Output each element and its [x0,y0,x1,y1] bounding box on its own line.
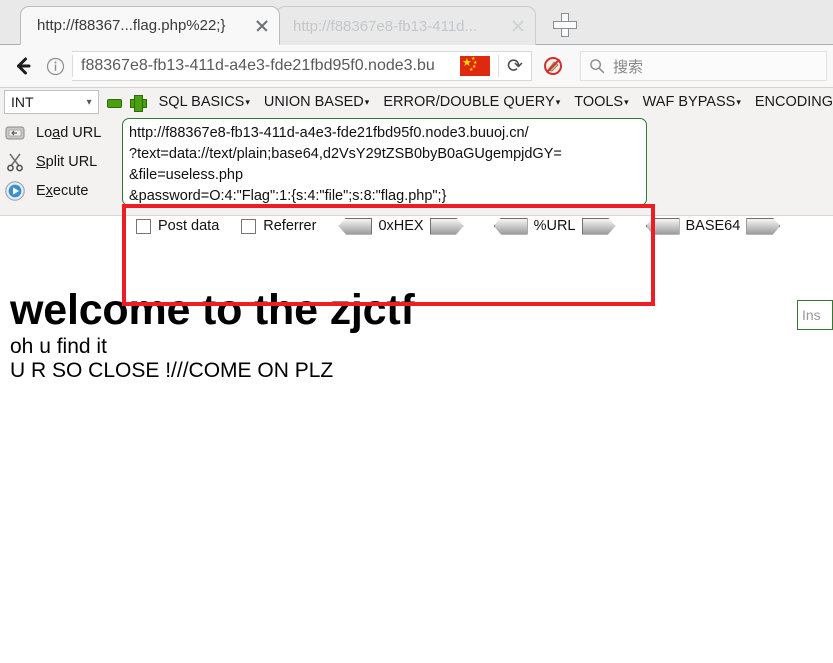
chevron-down-icon: ▾ [86,96,92,108]
referrer-checkbox[interactable]: Referrer [241,218,316,234]
browser-tab-active[interactable]: http://f88367...flag.php%22;} [20,6,280,45]
flag-star-small: ★ [469,67,474,73]
browser-tab-strip: http://f88367...flag.php%22;} http://f88… [0,0,833,45]
load-url-label: Load URL [36,124,102,141]
split-url-scissors-icon [4,151,26,173]
arrow-right-icon[interactable] [746,217,781,235]
menu-label: UNION BASED [263,94,364,110]
address-bar[interactable]: f88367e8-fb13-411d-a4e3-fde21fbd95f0.nod… [72,51,532,81]
menu-label: TOOLS [574,94,624,110]
page-text-close: U R SO CLOSE !///COME ON PLZ [10,359,334,382]
referrer-label: Referrer [263,218,317,234]
hex-label: 0xHEX [378,218,424,234]
browser-tab-inactive[interactable]: http://f88367e8-fb13-411d... [276,6,536,45]
info-icon[interactable] [40,51,70,81]
close-icon[interactable] [251,15,273,37]
plus-icon[interactable] [129,94,147,112]
caret-down-icon: ▾ [555,96,561,107]
menu-tools[interactable]: TOOLS▾ [574,94,628,110]
execute-label: Execute [36,182,89,199]
page-title: welcome to the zjctf [10,286,415,334]
arrow-left-icon[interactable] [338,217,373,235]
address-divider [72,55,73,77]
arrow-right-icon[interactable] [581,217,616,235]
url-textarea[interactable] [122,118,647,206]
hackbar-menu-row: INT ▾ SQL BASICS▾ UNION BASED▾ ERROR/DOU… [0,88,833,116]
url-area [122,118,833,211]
menu-sql-basics[interactable]: SQL BASICS▾ [159,94,250,110]
caret-down-icon: ▾ [245,96,250,107]
execute-button[interactable]: Execute [4,176,122,205]
split-url-label: Split URL [36,153,98,170]
search-input[interactable]: 搜索 [580,51,827,81]
type-select[interactable]: INT ▾ [4,90,99,114]
menu-error-double-query[interactable]: ERROR/DOUBLE QUERY▾ [383,94,560,110]
browser-url-bar: f88367e8-fb13-411d-a4e3-fde21fbd95f0.nod… [0,45,833,88]
plus-horizontal-bar [553,21,577,29]
plus-icon[interactable] [552,12,578,38]
hackbar-options-row: Post data Referrer 0xHEX %URL BASE64 [0,211,833,241]
search-placeholder: 搜索 [613,58,644,76]
arrow-right-icon[interactable] [429,217,464,235]
menu-waf-bypass[interactable]: WAF BYPASS▾ [643,94,741,110]
tab-title: http://f88367...flag.php%22;} [37,17,226,34]
split-url-button[interactable]: Split URL [4,147,122,176]
reload-icon[interactable]: ⟳ [499,51,531,81]
type-select-value: INT [11,94,34,110]
hex-encoder-group: 0xHEX [338,217,464,235]
search-icon [590,59,605,74]
insert-input[interactable] [797,300,833,330]
menu-label: WAF BYPASS [642,94,736,110]
post-data-checkbox[interactable]: Post data [136,218,219,234]
caret-down-icon: ▾ [364,96,370,107]
checkbox-box[interactable] [241,218,257,234]
url-encoder-group: %URL [493,217,616,235]
no-script-blocked-icon[interactable] [536,51,570,81]
load-url-button[interactable]: Load URL [4,118,122,147]
menu-union-based[interactable]: UNION BASED▾ [264,94,369,110]
caret-down-icon: ▾ [624,96,629,107]
back-arrow-icon[interactable] [6,49,40,83]
caret-down-icon: ▾ [736,96,741,107]
execute-play-icon [4,180,26,202]
base64-encoder-group: BASE64 [645,217,781,235]
hackbar-toolbar: INT ▾ SQL BASICS▾ UNION BASED▾ ERROR/DOU… [0,88,833,330]
arrow-left-icon[interactable] [645,217,680,235]
arrow-left-icon[interactable] [493,217,528,235]
menu-label: ENCODING [754,94,833,110]
post-data-label: Post data [158,218,220,234]
hackbar-body: Load URL Split URL Execute http://f88367… [0,116,833,211]
hackbar-action-list: Load URL Split URL Execute [0,118,122,211]
menu-label: SQL BASICS [158,94,245,110]
page-text-find: oh u find it [10,335,107,358]
close-icon[interactable] [507,15,529,37]
menu-encoding[interactable]: ENCODING [755,94,833,110]
load-url-disk-icon [4,122,26,144]
china-flag-icon[interactable]: ★ ★ ★ ★ ★ [460,56,490,76]
page-content: welcome to the zjctf oh u find it U R SO… [0,286,833,383]
url-encode-label: %URL [533,218,576,234]
minus-icon[interactable] [106,99,122,108]
tab-title: http://f88367e8-fb13-411d... [293,17,478,35]
address-text: f88367e8-fb13-411d-a4e3-fde21fbd95f0.nod… [81,57,435,74]
menu-label: ERROR/DOUBLE QUERY [383,94,555,110]
base64-label: BASE64 [685,218,741,234]
checkbox-box[interactable] [136,218,151,234]
